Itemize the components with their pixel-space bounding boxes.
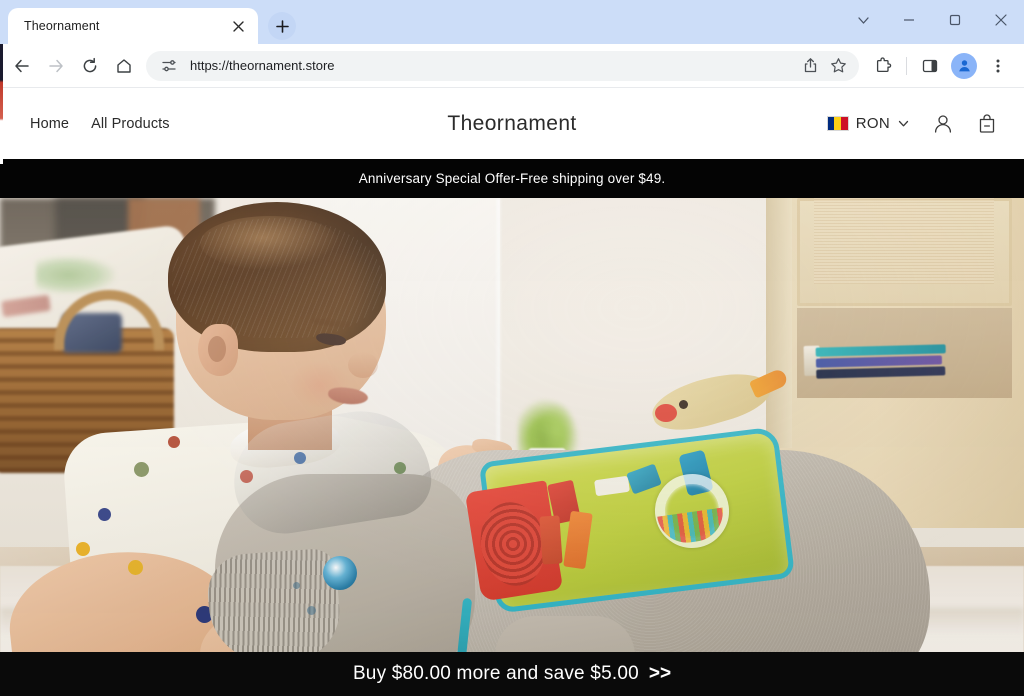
reload-icon[interactable] <box>74 50 106 82</box>
nav-link-all-products[interactable]: All Products <box>91 116 170 132</box>
currency-selector[interactable]: RON <box>826 115 910 132</box>
back-icon[interactable] <box>6 50 38 82</box>
maximize-icon[interactable] <box>932 0 978 40</box>
chevron-down-icon <box>897 117 910 130</box>
promo-bar[interactable]: Buy $80.00 more and save $5.00 >> <box>0 652 1024 696</box>
browser-toolbar: https://theornament.store <box>0 44 1024 88</box>
site-settings-icon[interactable] <box>156 53 182 79</box>
url-text: https://theornament.store <box>190 58 335 73</box>
promo-text: Buy $80.00 more and save $5.00 <box>352 663 639 684</box>
tab-strip: Theornament <box>0 0 1024 44</box>
omnibox-actions <box>797 53 851 79</box>
new-tab-icon[interactable] <box>268 12 296 40</box>
window-controls <box>840 0 1024 40</box>
hero-image <box>0 198 1024 696</box>
account-icon[interactable] <box>932 113 954 135</box>
tab-search-icon[interactable] <box>840 0 886 40</box>
announcement-bar: Anniversary Special Offer-Free shipping … <box>0 159 1024 198</box>
side-panel-icon[interactable] <box>914 50 946 82</box>
page-content: Home All Products Theornament RON Annive… <box>0 88 1024 696</box>
close-tab-icon[interactable] <box>228 16 248 36</box>
nav-link-home[interactable]: Home <box>30 116 69 132</box>
romania-flag-icon <box>826 116 849 131</box>
close-window-icon[interactable] <box>978 0 1024 40</box>
shopping-bag-icon[interactable] <box>976 113 998 135</box>
hero-banner[interactable]: Buy $80.00 more and save $5.00 >> <box>0 198 1024 696</box>
profile-avatar[interactable] <box>951 52 977 79</box>
currency-code: RON <box>855 115 890 132</box>
minimize-icon[interactable] <box>886 0 932 40</box>
window-edge-artifact <box>0 44 3 164</box>
toolbar-divider <box>906 56 907 75</box>
header-actions: RON <box>826 113 998 135</box>
browser-window: Theornament https://theornament.store Ho… <box>0 0 1024 696</box>
address-bar[interactable]: https://theornament.store <box>146 50 859 81</box>
bookmark-star-icon[interactable] <box>825 53 851 79</box>
promo-arrow-icon: >> <box>648 663 672 684</box>
extensions-icon[interactable] <box>867 50 899 82</box>
tab-title: Theornament <box>24 19 100 33</box>
site-header: Home All Products Theornament RON <box>0 88 1024 159</box>
home-icon[interactable] <box>108 50 140 82</box>
main-navigation: Home All Products <box>30 116 170 132</box>
share-icon[interactable] <box>797 53 823 79</box>
announcement-text: Anniversary Special Offer-Free shipping … <box>358 171 666 186</box>
browser-tab[interactable]: Theornament <box>8 8 258 44</box>
forward-icon[interactable] <box>40 50 72 82</box>
more-options-icon[interactable] <box>982 50 1014 82</box>
